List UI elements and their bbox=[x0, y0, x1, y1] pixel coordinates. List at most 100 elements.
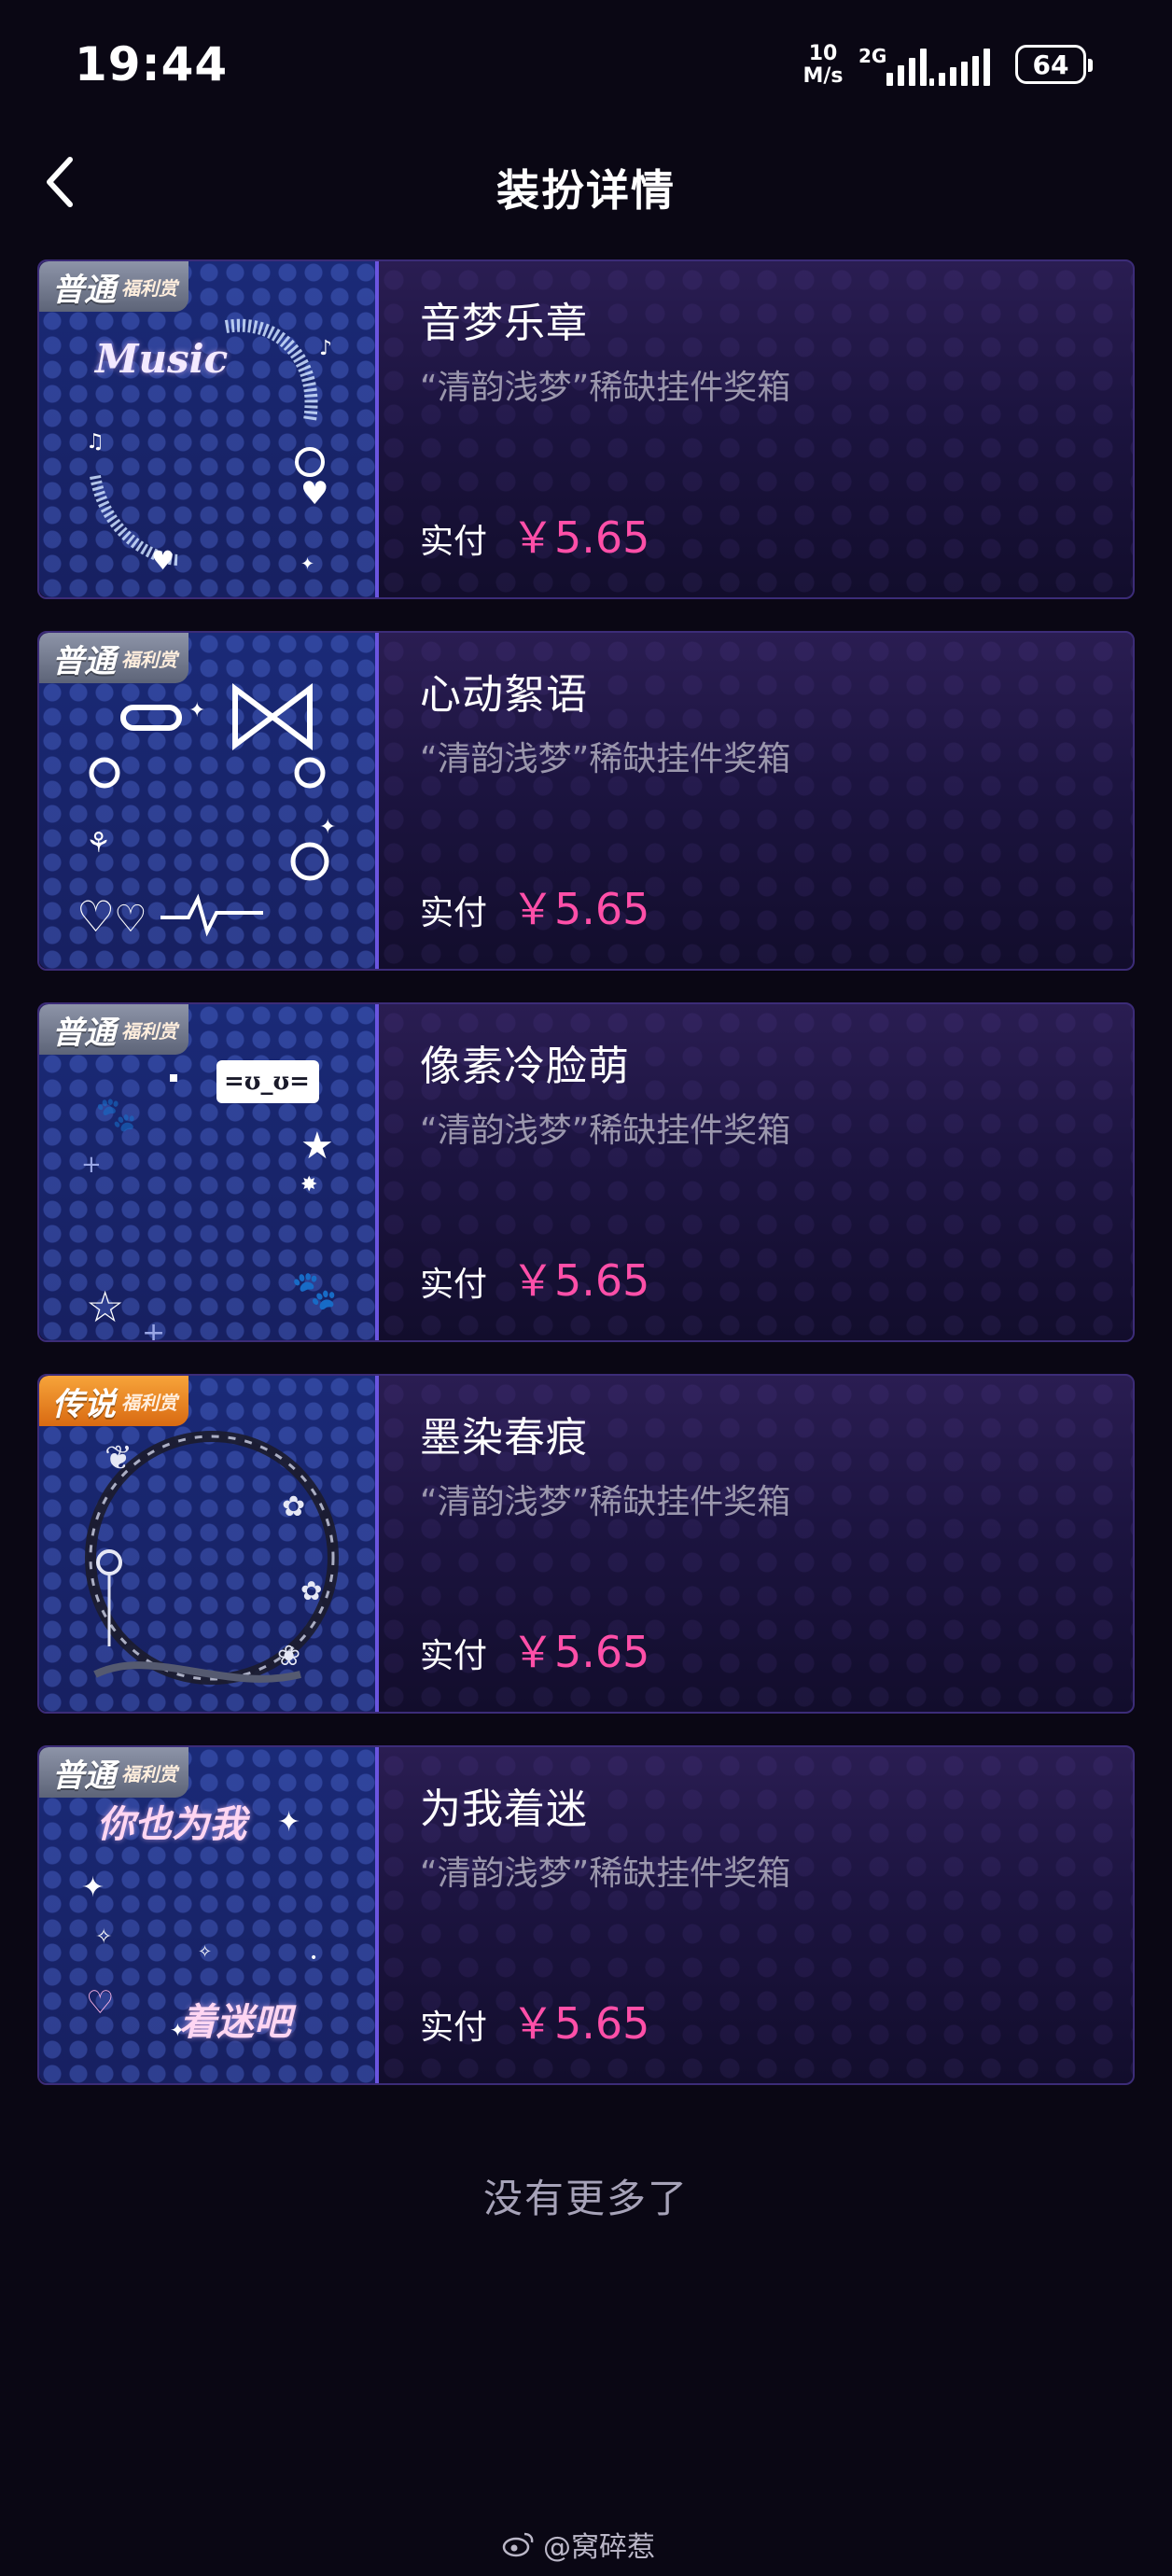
svg-text:❦: ❦ bbox=[105, 1439, 133, 1477]
svg-text:✧: ✧ bbox=[95, 1925, 112, 1949]
svg-text:♫: ♫ bbox=[86, 430, 105, 454]
music-frame-art: ♥ ♥ ♪ ♫ ✦ bbox=[86, 318, 332, 576]
svg-text:✦: ✦ bbox=[188, 699, 205, 722]
svg-text:♡: ♡ bbox=[114, 898, 147, 941]
decoration-name: 为我着迷 bbox=[420, 1785, 588, 1833]
svg-text:✿: ✿ bbox=[282, 1491, 305, 1523]
svg-text:❀: ❀ bbox=[277, 1640, 300, 1673]
thumbnail-text-2: 着迷吧 bbox=[179, 2000, 291, 2044]
decoration-list: ♥ ♥ ♪ ♫ ✦ Music 普通 福利赏 音梦乐章 “清韵浅梦”稀缺挂件奖箱… bbox=[37, 259, 1135, 2117]
decoration-info: 音梦乐章 “清韵浅梦”稀缺挂件奖箱 实付 ￥5.65 bbox=[420, 261, 1114, 597]
rarity-badge: 传说 福利赏 bbox=[39, 1376, 188, 1426]
price-label: 实付 bbox=[420, 894, 488, 932]
decoration-info: 心动絮语 “清韵浅梦”稀缺挂件奖箱 实付 ￥5.65 bbox=[420, 633, 1114, 969]
svg-text:+: + bbox=[142, 1317, 165, 1340]
decoration-card[interactable]: ♥ ♥ ♪ ♫ ✦ Music 普通 福利赏 音梦乐章 “清韵浅梦”稀缺挂件奖箱… bbox=[37, 259, 1135, 599]
price-label: 实付 bbox=[420, 1266, 488, 1304]
svg-text:♪: ♪ bbox=[319, 337, 332, 360]
svg-text:✦: ✦ bbox=[277, 1806, 300, 1839]
price-row: 实付 ￥5.65 bbox=[420, 504, 649, 566]
decoration-info: 墨染春痕 “清韵浅梦”稀缺挂件奖箱 实付 ￥5.65 bbox=[420, 1376, 1114, 1712]
decoration-card[interactable]: ⚘ ♡ ♡ ✦ ✦ 普通 福利赏 心动絮语 “清韵浅梦”稀缺挂件奖箱 实付 ￥5… bbox=[37, 631, 1135, 971]
list-end-text: 没有更多了 bbox=[482, 2176, 689, 2221]
svg-text:✦: ✦ bbox=[300, 554, 314, 574]
svg-text:+: + bbox=[81, 1151, 102, 1179]
rarity-badge: 普通 福利赏 bbox=[39, 633, 188, 683]
svg-text:☆: ☆ bbox=[86, 1281, 124, 1332]
svg-text:🐾: 🐾 bbox=[291, 1269, 338, 1312]
decoration-info: 像素冷脸萌 “清韵浅梦”稀缺挂件奖箱 实付 ￥5.65 bbox=[420, 1004, 1114, 1340]
rarity-badge-sub: 福利赏 bbox=[121, 1391, 177, 1414]
decoration-name: 像素冷脸萌 bbox=[420, 1043, 630, 1090]
rarity-badge-label: 普通 bbox=[52, 1014, 116, 1052]
decoration-thumbnail: ✦ ✦ ✧ ✧ ♡ ✦ • 你也为我 着迷吧 普通 福利赏 bbox=[39, 1747, 379, 2083]
price-label: 实付 bbox=[420, 2009, 488, 2047]
decoration-info: 为我着迷 “清韵浅梦”稀缺挂件奖箱 实付 ￥5.65 bbox=[420, 1747, 1114, 2083]
decoration-name: 心动絮语 bbox=[420, 671, 588, 719]
page-header: 装扮详情 bbox=[0, 140, 1172, 224]
decoration-card[interactable]: ❦ ✿ ✿ ❀ 传说 福利赏 墨染春痕 “清韵浅梦”稀缺挂件奖箱 实付 ￥5.6… bbox=[37, 1374, 1135, 1714]
decoration-source: “清韵浅梦”稀缺挂件奖箱 bbox=[420, 369, 791, 407]
price-row: 实付 ￥5.65 bbox=[420, 1247, 649, 1309]
decoration-source: “清韵浅梦”稀缺挂件奖箱 bbox=[420, 1112, 791, 1150]
svg-text:✸: ✸ bbox=[300, 1173, 317, 1197]
price-value: ￥5.65 bbox=[511, 1998, 650, 2049]
decoration-source: “清韵浅梦”稀缺挂件奖箱 bbox=[420, 1855, 791, 1893]
decoration-name: 墨染春痕 bbox=[420, 1414, 588, 1462]
decoration-thumbnail: 🐾 ★ ✸ ☆ 🐾 + + =ʊ_ʊ= 普通 福利赏 bbox=[39, 1004, 379, 1340]
svg-text:✧: ✧ bbox=[198, 1942, 212, 1962]
network-type-label: 2G bbox=[858, 45, 887, 67]
price-value: ￥5.65 bbox=[511, 884, 650, 934]
svg-text:★: ★ bbox=[300, 1125, 334, 1168]
rarity-badge: 普通 福利赏 bbox=[39, 1747, 188, 1798]
rarity-badge-sub: 福利赏 bbox=[121, 1019, 177, 1043]
thumbnail-text: Music bbox=[95, 336, 229, 382]
svg-text:♥: ♥ bbox=[151, 545, 174, 576]
network-speed-unit: M/s bbox=[802, 64, 844, 88]
rarity-badge-sub: 福利赏 bbox=[121, 648, 177, 671]
rarity-badge-sub: 福利赏 bbox=[121, 1762, 177, 1785]
price-value: ￥5.65 bbox=[511, 1255, 650, 1306]
network-speed: 10 M/s bbox=[799, 43, 847, 88]
svg-text:⚘: ⚘ bbox=[86, 827, 111, 860]
thumbnail-text: 你也为我 bbox=[97, 1802, 246, 1846]
rarity-badge-label: 普通 bbox=[52, 642, 116, 680]
rarity-badge-label: 普通 bbox=[52, 1757, 116, 1795]
decoration-card[interactable]: 🐾 ★ ✸ ☆ 🐾 + + =ʊ_ʊ= 普通 福利赏 像素冷脸萌 “清韵浅梦”稀… bbox=[37, 1002, 1135, 1342]
price-value: ￥5.65 bbox=[511, 512, 650, 563]
decoration-source: “清韵浅梦”稀缺挂件奖箱 bbox=[420, 740, 791, 778]
thumbnail-text: =ʊ_ʊ= bbox=[224, 1068, 310, 1096]
svg-text:🐾: 🐾 bbox=[95, 1096, 137, 1134]
svg-text:•: • bbox=[310, 1951, 317, 1966]
price-row: 实付 ￥5.65 bbox=[420, 1990, 649, 2051]
battery-level: 64 bbox=[1032, 49, 1069, 80]
rarity-badge-label: 普通 bbox=[52, 271, 116, 309]
network-speed-value: 10 bbox=[808, 42, 838, 65]
svg-text:♥: ♥ bbox=[300, 475, 328, 512]
watermark-text: @窝碎惹 bbox=[543, 2531, 655, 2564]
price-label: 实付 bbox=[420, 1637, 488, 1675]
signal-strength-icon bbox=[886, 43, 927, 86]
status-bar: 19:44 10 M/s 2G 64 bbox=[0, 0, 1172, 140]
bow-frame-art: ⚘ ♡ ♡ ✦ ✦ bbox=[77, 683, 336, 942]
svg-text:♡: ♡ bbox=[86, 1984, 114, 2022]
svg-text:✦: ✦ bbox=[81, 1871, 105, 1904]
pixel-frame-art: 🐾 ★ ✸ ☆ 🐾 + + bbox=[81, 1060, 338, 1340]
decoration-thumbnail: ♥ ♥ ♪ ♫ ✦ Music 普通 福利赏 bbox=[39, 261, 379, 597]
weibo-icon bbox=[502, 2532, 534, 2557]
page-title: 装扮详情 bbox=[496, 165, 676, 216]
watermark: @窝碎惹 bbox=[502, 2524, 655, 2565]
decoration-thumbnail: ⚘ ♡ ♡ ✦ ✦ 普通 福利赏 bbox=[39, 633, 379, 969]
price-row: 实付 ￥5.65 bbox=[420, 875, 649, 937]
signal-strength-icon-2 bbox=[929, 43, 990, 86]
status-time: 19:44 bbox=[75, 37, 229, 91]
svg-text:✦: ✦ bbox=[319, 816, 336, 839]
price-label: 实付 bbox=[420, 523, 488, 561]
ink-wreath-art: ❦ ✿ ✿ ❀ bbox=[85, 1431, 339, 1685]
rarity-badge: 普通 福利赏 bbox=[39, 1004, 188, 1055]
svg-text:✿: ✿ bbox=[300, 1575, 322, 1606]
rarity-badge: 普通 福利赏 bbox=[39, 261, 188, 312]
price-row: 实付 ￥5.65 bbox=[420, 1618, 649, 1680]
rarity-badge-label: 传说 bbox=[52, 1385, 116, 1423]
decoration-card[interactable]: ✦ ✦ ✧ ✧ ♡ ✦ • 你也为我 着迷吧 普通 福利赏 为我着迷 “清韵浅梦… bbox=[37, 1745, 1135, 2085]
